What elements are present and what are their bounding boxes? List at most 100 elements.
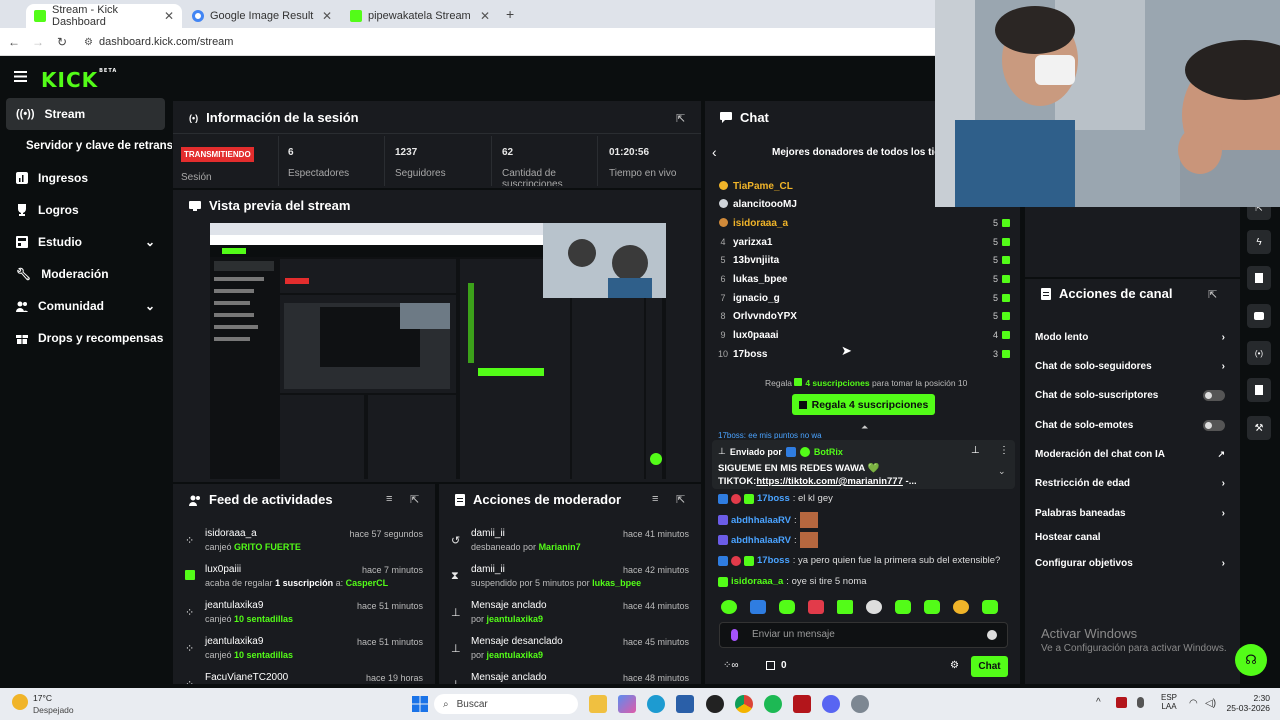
browser-tab[interactable]: Stream - Kick Dashboard ✕ (26, 4, 182, 28)
file-explorer-icon[interactable] (589, 695, 607, 713)
feed-user[interactable]: jeantulaxika9 (205, 636, 263, 647)
emote-icon[interactable] (808, 600, 824, 614)
site-info-icon[interactable]: ⚙ (84, 37, 93, 48)
tray-app-icon[interactable] (1116, 697, 1127, 708)
support-button[interactable]: ☊ (1235, 644, 1267, 676)
filter-icon[interactable]: ≡ (386, 493, 392, 505)
channel-points-icon[interactable]: ⁘∞ (723, 660, 739, 671)
chat-username[interactable]: 17boss (757, 555, 790, 566)
feed-user[interactable]: lux0paiii (205, 564, 241, 575)
emote-icon[interactable] (924, 600, 940, 614)
rail-mod-button[interactable] (1247, 378, 1271, 402)
emote-icon[interactable] (895, 600, 911, 614)
gift-subs-button[interactable]: Regala 4 suscripciones (792, 394, 935, 415)
sidebar-item-server-key[interactable]: Servidor y clave de retransn (6, 130, 172, 162)
start-icon[interactable] (412, 696, 428, 712)
sidebar-item-stream[interactable]: ((•)) Stream (6, 98, 165, 130)
tray-chevron-icon[interactable]: ^ (1096, 697, 1101, 708)
kick-logo[interactable]: KICKBETA (41, 68, 117, 92)
rail-notes-button[interactable] (1247, 266, 1271, 290)
donor-row[interactable]: 7 ignacio_g 5 (716, 289, 1016, 307)
close-tab-icon[interactable]: ✕ (480, 9, 490, 23)
action-slow-mode[interactable]: Modo lento › (1035, 327, 1225, 347)
close-tab-icon[interactable]: ✕ (164, 9, 174, 23)
emote-icon[interactable] (750, 600, 766, 614)
donor-row[interactable]: 8 OrlvvndoYPX 5 (716, 307, 1016, 325)
feed-user[interactable]: isidoraaa_a (205, 528, 257, 539)
emote-icon[interactable] (866, 600, 882, 614)
rail-chat-button[interactable] (1247, 304, 1271, 328)
action-emotes-only[interactable]: Chat de solo-emotes (1035, 415, 1225, 435)
stream-preview-video[interactable] (210, 223, 666, 479)
clock[interactable]: 2:30 25-03-2026 (1222, 693, 1270, 713)
mod-target[interactable]: Mensaje anclado (471, 600, 547, 611)
emoji-picker-icon[interactable] (987, 630, 997, 640)
action-subs-only[interactable]: Chat de solo-suscriptores (1035, 385, 1225, 405)
back-chevron-icon[interactable]: ‹ (712, 144, 717, 160)
pin-toggle-icon[interactable]: ⊥ (971, 445, 980, 456)
emote-icon[interactable] (953, 600, 969, 614)
rail-broadcast-button[interactable]: (•) (1247, 341, 1271, 365)
subs-only-toggle[interactable] (1203, 389, 1225, 401)
popout-icon[interactable]: ⇱ (676, 493, 685, 506)
donor-row[interactable]: isidoraaa_a 5 (716, 214, 1016, 232)
browser-tab[interactable]: Google Image Result ✕ (184, 4, 340, 28)
donor-row[interactable]: 9 lux0paaai 4 (716, 326, 1016, 344)
action-followers-only[interactable]: Chat de solo-seguidores › (1035, 356, 1225, 376)
action-age-restriction[interactable]: Restricción de edad › (1035, 473, 1225, 493)
reload-icon[interactable]: ↻ (57, 35, 67, 49)
sidebar-item-moderacion[interactable]: 🔧︎ Moderación (6, 258, 165, 290)
emote-icon[interactable] (837, 600, 853, 614)
chat-username[interactable]: isidoraaa_a (731, 576, 783, 587)
sidebar-item-comunidad[interactable]: Comunidad ⌄ (6, 290, 165, 322)
feed-user[interactable]: jeantulaxika9 (205, 600, 263, 611)
popout-icon[interactable]: ⇱ (1208, 288, 1217, 301)
mod-target[interactable]: damii_ii (471, 564, 505, 575)
url-field[interactable]: ⚙ dashboard.kick.com/stream (84, 32, 784, 52)
emotes-only-toggle[interactable] (1203, 419, 1225, 431)
donor-row[interactable]: 5 13bvnjiita 5 (716, 251, 1016, 269)
discord-icon[interactable] (822, 695, 840, 713)
chat-settings-icon[interactable]: ⚙ (950, 660, 959, 671)
mic-icon[interactable] (731, 629, 738, 641)
mod-target[interactable]: Mensaje anclado (471, 672, 547, 683)
rail-flash-button[interactable]: ϟ (1247, 230, 1271, 254)
feed-user[interactable]: FacuVianeTC2000 (205, 672, 288, 683)
points-balance[interactable]: 0 (766, 660, 787, 671)
taskbar-search[interactable]: ⌕ Buscar (434, 694, 578, 714)
sidebar-item-ingresos[interactable]: Ingresos (6, 162, 165, 194)
close-tab-icon[interactable]: ✕ (322, 9, 332, 23)
wifi-icon[interactable]: ◠ (1189, 698, 1198, 709)
tray-mic-icon[interactable] (1137, 697, 1144, 708)
sidebar-item-logros[interactable]: Logros (6, 194, 165, 226)
new-tab-icon[interactable]: + (506, 6, 514, 22)
chat-username[interactable]: 17boss (757, 493, 790, 504)
forward-icon[interactable]: → (32, 35, 44, 49)
weather-icon[interactable] (12, 694, 28, 710)
action-ai-moderation[interactable]: Moderación del chat con IA ↗ (1035, 444, 1225, 464)
settings-icon[interactable] (851, 695, 869, 713)
expand-chevron-icon[interactable]: ⌄ (998, 466, 1006, 477)
action-goals[interactable]: Configurar objetivos › (1035, 553, 1225, 573)
app-icon[interactable] (793, 695, 811, 713)
mod-target[interactable]: Mensaje desanclado (471, 636, 563, 647)
back-icon[interactable]: ← (8, 35, 20, 49)
emote-icon[interactable] (779, 600, 795, 614)
popout-icon[interactable]: ⇱ (676, 112, 685, 125)
popout-icon[interactable]: ⇱ (410, 493, 419, 506)
volume-icon[interactable]: ◁) (1205, 698, 1216, 709)
store-icon[interactable] (676, 695, 694, 713)
sidebar-item-estudio[interactable]: Estudio ⌄ (6, 226, 165, 258)
spotify-icon[interactable] (764, 695, 782, 713)
chat-username[interactable]: abdhhalaaRV (731, 515, 791, 526)
rail-tools-button[interactable]: ⚒ (1247, 416, 1271, 440)
donor-row[interactable]: 10 17boss 3 (716, 345, 1016, 363)
filter-icon[interactable]: ≡ (652, 493, 658, 505)
action-host-channel[interactable]: Hostear canal (1035, 527, 1225, 547)
more-options-icon[interactable]: ⋮ (999, 445, 1009, 456)
donor-row[interactable]: 4 yarizxa1 5 (716, 233, 1016, 251)
pinned-by-user[interactable]: BotRix (814, 447, 843, 457)
pinned-link[interactable]: https://tiktok.com/@marianin777 (756, 476, 903, 487)
emote-icon[interactable] (721, 600, 737, 614)
chrome-icon[interactable] (735, 695, 753, 713)
